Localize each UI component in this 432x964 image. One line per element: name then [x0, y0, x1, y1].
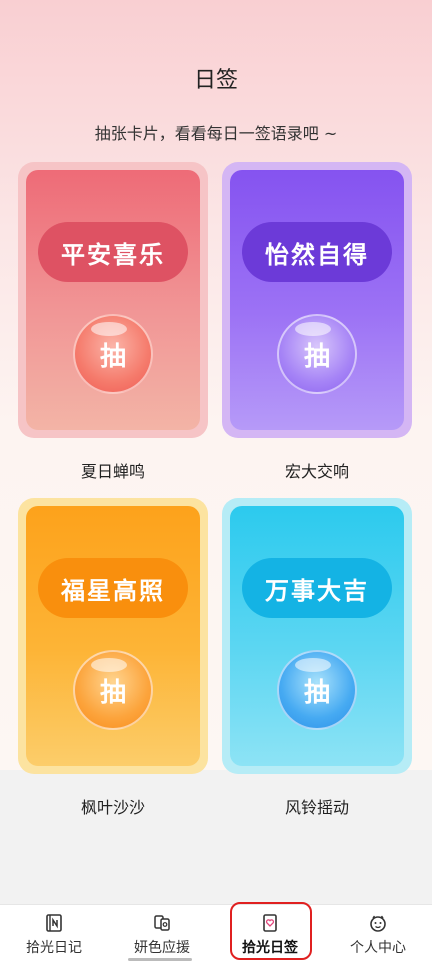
- cheer-icon: [154, 915, 170, 931]
- tab-profile[interactable]: 个人中心: [324, 905, 432, 964]
- sign-card-2[interactable]: 怡然自得 抽: [222, 162, 412, 438]
- sign-card-icon: [263, 914, 277, 932]
- tab-label: 拾光日签: [242, 940, 298, 956]
- card-label: 风铃摇动: [284, 798, 349, 817]
- draw-button[interactable]: 抽: [73, 314, 153, 394]
- draw-button[interactable]: 抽: [73, 650, 153, 730]
- bottom-tab-bar: 拾光日记 妍色应援 拾光日签 个人中心: [0, 904, 432, 964]
- tab-daily-sign[interactable]: 拾光日签: [216, 905, 324, 964]
- draw-button[interactable]: 抽: [277, 314, 357, 394]
- sign-card-face: 怡然自得 抽: [230, 170, 404, 430]
- sign-card-face: 福星高照 抽: [26, 506, 200, 766]
- card-title-badge: 平安喜乐: [38, 222, 188, 282]
- sign-card-1[interactable]: 平安喜乐 抽: [18, 162, 208, 438]
- card-title-badge: 福星高照: [38, 558, 188, 618]
- sign-card-face: 平安喜乐 抽: [26, 170, 200, 430]
- card-label: 夏日蝉鸣: [80, 462, 145, 481]
- page-subtitle: 抽张卡片，看看每日一签语录吧 ~: [94, 124, 338, 143]
- page-title: 日签: [193, 68, 238, 93]
- draw-button[interactable]: 抽: [277, 650, 357, 730]
- card-title-badge: 万事大吉: [242, 558, 392, 618]
- notebook-icon: [46, 914, 62, 932]
- tab-label: 个人中心: [350, 940, 406, 956]
- tab-label: 妍色应援: [134, 940, 190, 956]
- sign-card-3[interactable]: 福星高照 抽: [18, 498, 208, 774]
- sign-card-4[interactable]: 万事大吉 抽: [222, 498, 412, 774]
- tab-diary[interactable]: 拾光日记: [0, 905, 108, 964]
- card-title-badge: 怡然自得: [242, 222, 392, 282]
- tab-label: 拾光日记: [26, 940, 82, 956]
- card-label: 宏大交响: [284, 462, 349, 481]
- home-indicator: [128, 958, 192, 961]
- sign-card-face: 万事大吉 抽: [230, 506, 404, 766]
- card-label: 枫叶沙沙: [80, 798, 145, 817]
- profile-face-icon: [370, 915, 386, 932]
- tab-cheer[interactable]: 妍色应援: [108, 905, 216, 964]
